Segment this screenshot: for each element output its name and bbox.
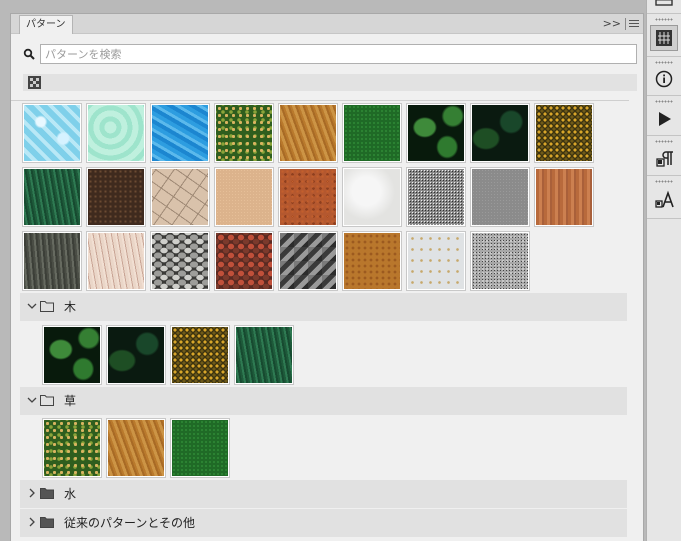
grass-yellow-green-icon[interactable] bbox=[215, 104, 273, 162]
cracked-clay-icon[interactable] bbox=[151, 168, 209, 226]
dock-grip[interactable] bbox=[655, 100, 673, 103]
dock-grip[interactable] bbox=[655, 18, 673, 21]
panel-menu-icon[interactable] bbox=[629, 20, 639, 28]
dock-grip[interactable] bbox=[655, 61, 673, 64]
scrollbar-track[interactable] bbox=[629, 100, 643, 541]
dock-divider bbox=[647, 135, 681, 136]
group-label: 従来のパターンとその他 bbox=[64, 516, 196, 530]
soil-brown-icon[interactable] bbox=[87, 168, 145, 226]
play-icon[interactable] bbox=[650, 106, 678, 132]
search-icon bbox=[23, 48, 35, 60]
grass-dry-brown-icon[interactable] bbox=[279, 104, 337, 162]
rust-metal-icon[interactable] bbox=[343, 232, 401, 290]
folder-icon bbox=[40, 395, 54, 406]
group-header-legacy[interactable]: 従来のパターンとその他 bbox=[20, 509, 627, 537]
rocks-dark-icon[interactable] bbox=[279, 232, 337, 290]
patterns-list[interactable]: 木 草 水 従来のパターンとその他 bbox=[11, 100, 629, 541]
group-label: 木 bbox=[64, 300, 77, 314]
dock-divider bbox=[647, 56, 681, 57]
dock-grip[interactable] bbox=[655, 140, 673, 143]
pattern-swatch-icon[interactable] bbox=[28, 76, 41, 89]
water-caustics-cyan-icon[interactable] bbox=[23, 104, 81, 162]
folder-icon bbox=[40, 517, 54, 528]
pebbles-gray-icon[interactable] bbox=[151, 232, 209, 290]
wall-white-icon[interactable] bbox=[407, 232, 465, 290]
grass-green-icon[interactable] bbox=[343, 104, 401, 162]
tree-bark-green-icon[interactable] bbox=[235, 326, 293, 384]
dock-divider bbox=[647, 218, 681, 219]
chevron-right-icon[interactable] bbox=[27, 517, 37, 527]
wood-pale-icon[interactable] bbox=[87, 232, 145, 290]
group-header-grass[interactable]: 草 bbox=[20, 387, 627, 415]
chevron-down-icon[interactable] bbox=[27, 395, 37, 405]
grass-green-icon[interactable] bbox=[171, 419, 229, 477]
water-blue-icon[interactable] bbox=[151, 104, 209, 162]
tree-bark-green-icon[interactable] bbox=[23, 168, 81, 226]
group-label: 草 bbox=[64, 394, 77, 408]
panel-icon[interactable] bbox=[650, 0, 678, 20]
sand-beige-icon[interactable] bbox=[215, 168, 273, 226]
pattern-panel-icon[interactable] bbox=[650, 25, 678, 51]
plaster-white-icon[interactable] bbox=[343, 168, 401, 226]
grass-dry-brown-icon[interactable] bbox=[107, 419, 165, 477]
dock-divider bbox=[647, 175, 681, 176]
folder-icon bbox=[40, 301, 54, 312]
group-grid-wood bbox=[43, 326, 303, 388]
bark-gray-icon[interactable] bbox=[23, 232, 81, 290]
dock-divider bbox=[647, 13, 681, 14]
pattern-grid bbox=[23, 104, 603, 294]
group-header-water[interactable]: 水 bbox=[20, 480, 627, 508]
info-icon[interactable] bbox=[650, 66, 678, 92]
group-label: 水 bbox=[64, 487, 77, 501]
granite-gray-icon[interactable] bbox=[471, 232, 529, 290]
dock-grip[interactable] bbox=[655, 180, 673, 183]
wood-grain-icon[interactable] bbox=[535, 168, 593, 226]
collapse-panel-button[interactable]: >> bbox=[603, 16, 621, 31]
folder-icon bbox=[40, 488, 54, 499]
app-window: パターン >> 木 bbox=[0, 0, 681, 541]
foliage-yellow-icon[interactable] bbox=[535, 104, 593, 162]
group-header-wood[interactable]: 木 bbox=[20, 293, 627, 321]
pattern-toolbar bbox=[23, 74, 637, 91]
patterns-panel: パターン >> 木 bbox=[10, 13, 644, 541]
gravel-gray-icon[interactable] bbox=[407, 168, 465, 226]
leaves-dark-green-icon[interactable] bbox=[407, 104, 465, 162]
stones-red-icon[interactable] bbox=[215, 232, 273, 290]
leaves-dark-green-icon[interactable] bbox=[43, 326, 101, 384]
concrete-gray-icon[interactable] bbox=[471, 168, 529, 226]
panel-tab-bar: パターン >> bbox=[11, 14, 643, 34]
chevron-right-icon[interactable] bbox=[27, 488, 37, 498]
group-grid-grass bbox=[43, 419, 243, 481]
tab-bar-divider bbox=[625, 18, 626, 30]
search-row bbox=[19, 44, 637, 64]
character-style-icon[interactable] bbox=[650, 188, 678, 214]
water-caustics-mint-icon[interactable] bbox=[87, 104, 145, 162]
rust-orange-icon[interactable] bbox=[279, 168, 337, 226]
chevron-down-icon[interactable] bbox=[27, 301, 37, 311]
search-input[interactable] bbox=[40, 44, 637, 64]
right-dock bbox=[646, 0, 681, 541]
paragraph-style-icon[interactable] bbox=[650, 147, 678, 173]
leaves-dark-icon[interactable] bbox=[107, 326, 165, 384]
leaves-dark-icon[interactable] bbox=[471, 104, 529, 162]
dock-divider bbox=[647, 95, 681, 96]
tab-patterns[interactable]: パターン bbox=[19, 15, 73, 34]
grass-yellow-green-icon[interactable] bbox=[43, 419, 101, 477]
foliage-yellow-icon[interactable] bbox=[171, 326, 229, 384]
